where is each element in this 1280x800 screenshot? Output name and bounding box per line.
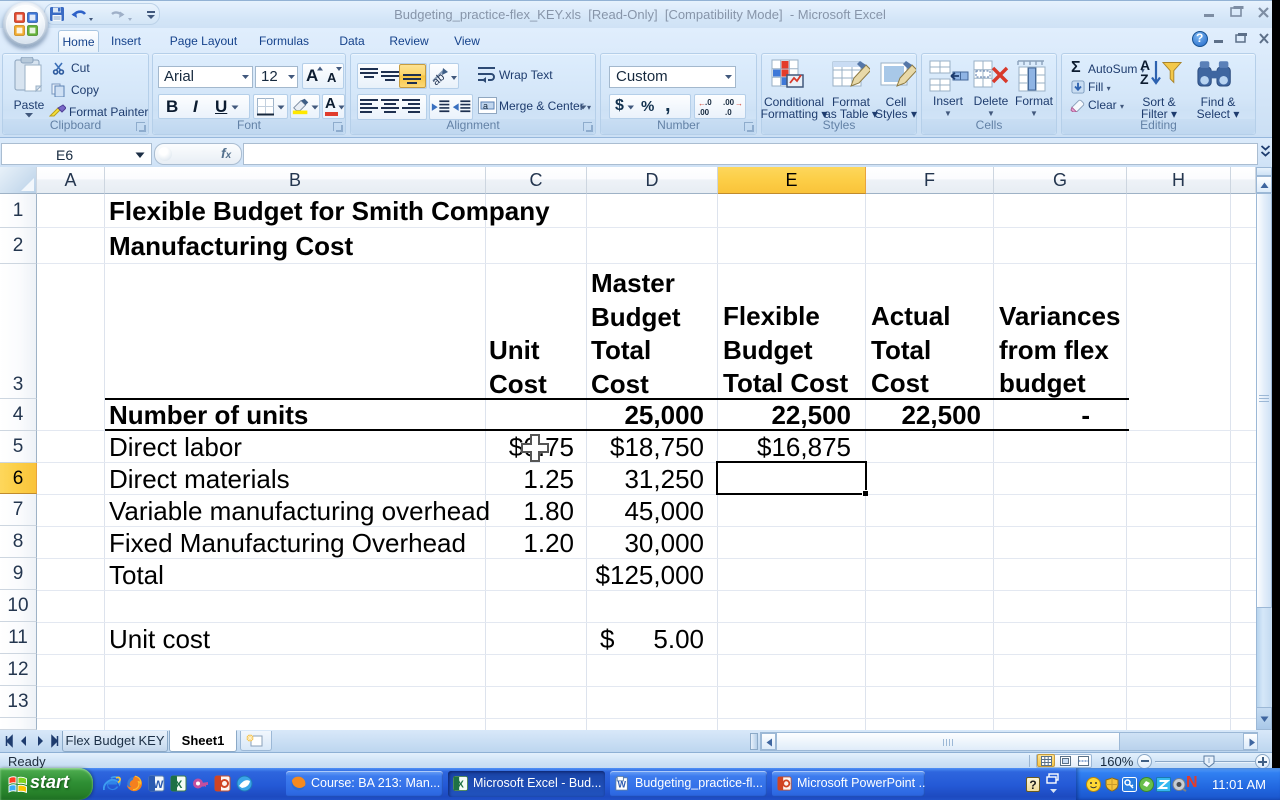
svg-text:.00: .00: [698, 108, 710, 116]
svg-text:.00: .00: [723, 98, 735, 107]
svg-text:X: X: [175, 779, 183, 791]
svg-text:.0: .0: [705, 98, 712, 107]
svg-text:→: →: [735, 99, 743, 108]
svg-text:W: W: [618, 779, 627, 789]
svg-text:W: W: [153, 779, 164, 791]
svg-text:.0: .0: [725, 108, 732, 116]
svg-text:X: X: [457, 779, 464, 790]
svg-text:a: a: [483, 101, 488, 111]
